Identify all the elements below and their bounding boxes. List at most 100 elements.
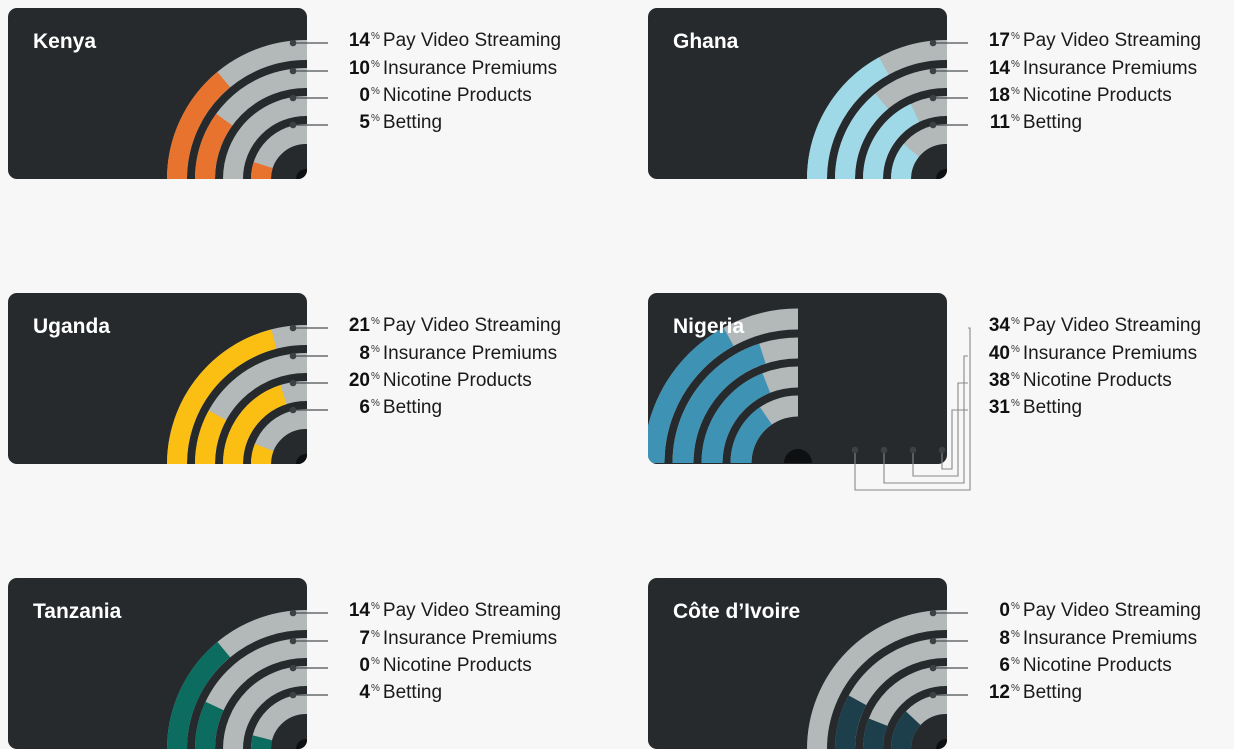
stat-value: 5 [359, 112, 370, 133]
stat-value: 8 [999, 628, 1010, 649]
ring-bar [835, 695, 867, 749]
center-cap [296, 739, 307, 749]
stat-value: 14 [348, 600, 370, 621]
country-title: Uganda [33, 315, 111, 338]
stat-label: Pay Video Streaming [382, 600, 562, 621]
stat-label: Pay Video Streaming [1022, 315, 1202, 336]
chart-card: Nigeria [648, 293, 947, 464]
percent-sign: % [371, 398, 380, 409]
chart-card: Tanzania [8, 578, 307, 749]
percent-sign: % [1011, 683, 1020, 694]
stat-row: 12% Betting [970, 682, 1082, 706]
percent-sign: % [371, 629, 380, 640]
center-cap [784, 449, 812, 463]
ring-bar [195, 113, 233, 179]
stat-row: 0% Pay Video Streaming [970, 600, 1201, 624]
country-title: Ghana [673, 30, 739, 53]
stat-row: 8% Insurance Premiums [970, 628, 1197, 652]
stat-value: 0 [999, 600, 1010, 621]
percent-sign: % [371, 31, 380, 42]
percent-sign: % [371, 316, 380, 327]
ring-bar [251, 443, 274, 464]
stat-value: 18 [988, 85, 1010, 106]
stat-value: 14 [988, 58, 1010, 79]
stat-value: 31 [988, 397, 1010, 418]
stat-row: 6% Betting [330, 397, 442, 421]
ring-bar [250, 735, 273, 749]
chart-card: Uganda [8, 293, 307, 464]
percent-sign: % [1011, 398, 1020, 409]
percent-sign: % [371, 59, 380, 70]
stat-label: Betting [382, 397, 443, 418]
percent-sign: % [371, 656, 380, 667]
stat-row: 10% Insurance Premiums [330, 58, 557, 82]
country-title: Tanzania [33, 600, 122, 623]
stat-label: Betting [1022, 112, 1083, 133]
stat-row: 4% Betting [330, 682, 442, 706]
stat-value: 0 [359, 85, 370, 106]
ring-bar [195, 701, 224, 749]
stat-value: 0 [359, 655, 370, 676]
stat-label: Insurance Premiums [1022, 628, 1198, 649]
stat-value: 21 [348, 315, 370, 336]
stat-row: 18% Nicotine Products [970, 85, 1172, 109]
percent-sign: % [1011, 629, 1020, 640]
stat-label: Pay Video Streaming [382, 315, 562, 336]
stat-value: 17 [988, 30, 1010, 51]
stat-row: 0% Nicotine Products [330, 655, 532, 679]
stat-row: 8% Insurance Premiums [330, 343, 557, 367]
country-title: Côte d’Ivoire [673, 600, 801, 623]
stat-label: Insurance Premiums [382, 628, 558, 649]
stat-label: Betting [382, 682, 443, 703]
stat-value: 6 [999, 655, 1010, 676]
stat-label: Insurance Premiums [382, 58, 558, 79]
ring-bar [891, 143, 920, 179]
stat-label: Betting [382, 112, 443, 133]
stat-label: Insurance Premiums [1022, 343, 1198, 364]
stat-value: 4 [359, 682, 370, 703]
percent-sign: % [371, 683, 380, 694]
stat-row: 14% Insurance Premiums [970, 58, 1197, 82]
stat-label: Pay Video Streaming [1022, 600, 1202, 621]
chart-card: Kenya [8, 8, 307, 179]
percent-sign: % [1011, 59, 1020, 70]
stat-label: Nicotine Products [1022, 370, 1172, 391]
percent-sign: % [371, 86, 380, 97]
stat-value: 20 [348, 370, 370, 391]
stat-label: Nicotine Products [382, 655, 532, 676]
stat-label: Pay Video Streaming [382, 30, 562, 51]
percent-sign: % [371, 601, 380, 612]
stat-label: Insurance Premiums [382, 343, 558, 364]
stat-value: 7 [359, 628, 370, 649]
center-cap [936, 169, 947, 179]
percent-sign: % [371, 344, 380, 355]
stat-row: 6% Nicotine Products [970, 655, 1171, 679]
country-title: Kenya [33, 30, 97, 53]
stat-row: 7% Insurance Premiums [330, 628, 557, 652]
stat-value: 38 [988, 370, 1010, 391]
stat-row: 17% Pay Video Streaming [970, 30, 1201, 54]
stat-row: 40% Insurance Premiums [970, 343, 1197, 367]
percent-sign: % [1011, 344, 1020, 355]
stat-value: 11 [989, 112, 1010, 133]
stat-row: 31% Betting [970, 397, 1082, 421]
ring-bar [250, 162, 273, 179]
stat-value: 12 [988, 682, 1010, 703]
stat-label: Betting [1022, 682, 1083, 703]
stat-row: 21% Pay Video Streaming [330, 315, 561, 339]
center-cap [936, 739, 947, 749]
stat-label: Nicotine Products [382, 85, 532, 106]
stat-value: 6 [359, 397, 370, 418]
stat-value: 10 [348, 58, 370, 79]
center-cap [296, 169, 307, 179]
percent-sign: % [1011, 113, 1020, 124]
percent-sign: % [1011, 31, 1020, 42]
stat-value: 34 [988, 315, 1010, 336]
chart-card: Côte d’Ivoire [648, 578, 947, 749]
ring-bar [891, 711, 921, 749]
stat-label: Insurance Premiums [1022, 58, 1198, 79]
percent-sign: % [1011, 316, 1020, 327]
stat-row: 20% Nicotine Products [330, 370, 532, 394]
percent-sign: % [1011, 371, 1020, 382]
stat-row: 34% Pay Video Streaming [970, 315, 1201, 339]
